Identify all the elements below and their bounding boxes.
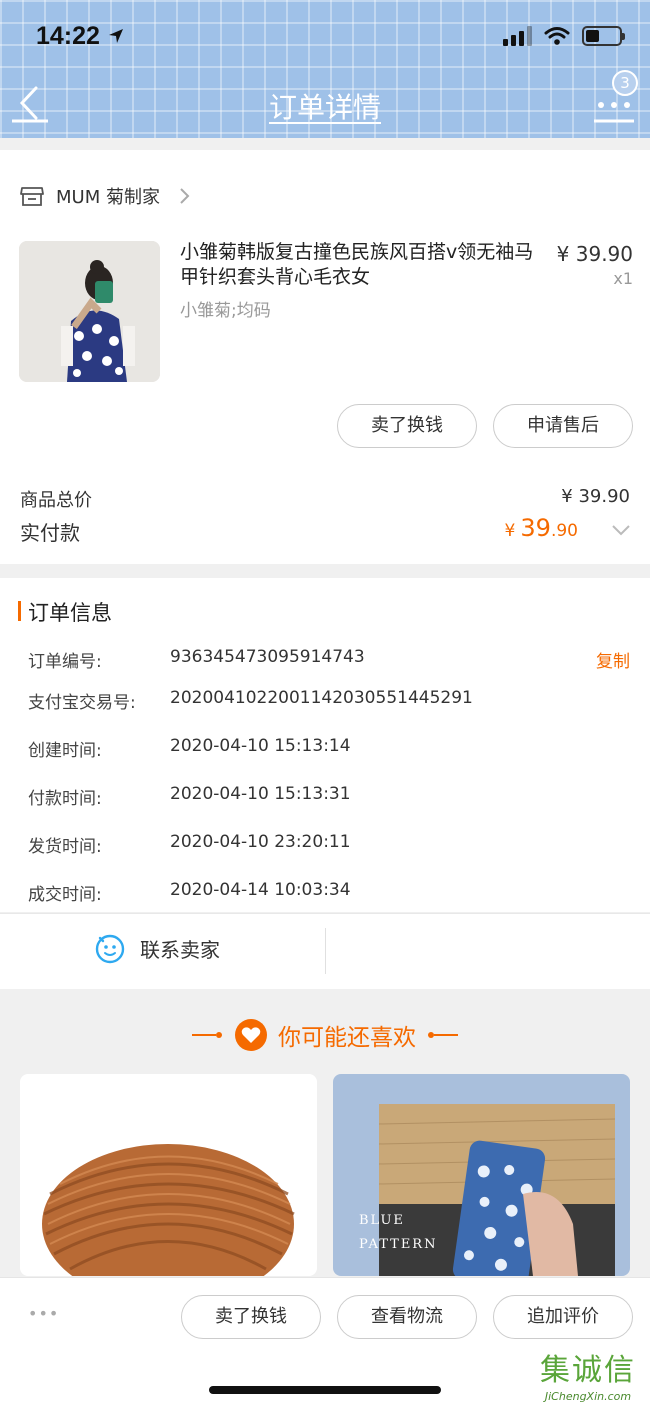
- paid-amount-value: ¥ 39.90: [504, 514, 578, 542]
- pattern-text: PATTERN: [359, 1237, 437, 1252]
- home-indicator: [209, 1386, 441, 1394]
- total-price-value: ¥ 39.90: [561, 486, 630, 507]
- order-info-title: 订单信息: [28, 601, 112, 625]
- alipay-trade-value: 2020041022001142030551445291: [170, 688, 473, 708]
- created-time-value: 2020-04-10 15:13:14: [170, 736, 351, 756]
- chevron-right-icon: [180, 188, 190, 204]
- order-number-value: 936345473095914743: [170, 647, 365, 667]
- watermark-url: JiChengXin.com: [544, 1390, 632, 1403]
- recommend-item-yarn[interactable]: [20, 1074, 317, 1276]
- shop-name: MUM 菊制家: [56, 187, 160, 208]
- shipped-time-value: 2020-04-10 23:20:11: [170, 832, 351, 852]
- shop-icon: [20, 187, 44, 206]
- watermark-logo: 集诚信 JiChengXin.com: [530, 1352, 646, 1406]
- recommend-item-phone-case[interactable]: BLUE PATTERN: [333, 1074, 630, 1276]
- created-time-label: 创建时间:: [28, 741, 102, 761]
- paid-time-label: 付款时间:: [28, 789, 102, 809]
- status-time: 14:22: [36, 22, 125, 51]
- paid-time-value: 2020-04-10 15:13:31: [170, 784, 351, 804]
- page-title: 订单详情: [268, 91, 381, 124]
- watermark-text: 集诚信: [540, 1353, 636, 1388]
- right-deco-line: [428, 1032, 458, 1038]
- phone-case-photo: BLUE PATTERN: [359, 1104, 616, 1276]
- status-indicators: [503, 26, 625, 46]
- bottom-resell-button[interactable]: 卖了换钱: [181, 1295, 321, 1339]
- copy-button[interactable]: 复制: [596, 647, 630, 672]
- contact-divider: [325, 928, 326, 974]
- product-photo: [19, 241, 160, 382]
- shop-link[interactable]: MUM 菊制家: [20, 183, 192, 209]
- view-logistics-button[interactable]: 查看物流: [337, 1295, 477, 1339]
- product-thumbnail[interactable]: [19, 241, 160, 382]
- left-deco-line: [192, 1032, 222, 1038]
- completed-time-label: 成交时间:: [28, 885, 102, 905]
- signal-icon: [503, 26, 532, 46]
- smile-chat-icon: [95, 934, 125, 964]
- section-accent-bar: [18, 601, 21, 621]
- recommend-header: 你可能还喜欢: [0, 1018, 650, 1052]
- yarn-photo: [42, 1144, 295, 1276]
- paid-integer: 39: [520, 514, 551, 542]
- add-review-button[interactable]: 追加评价: [493, 1295, 633, 1339]
- wifi-icon: [544, 27, 570, 45]
- battery-icon: [582, 26, 625, 46]
- chevron-down-icon[interactable]: [610, 523, 632, 537]
- total-price-label: 商品总价: [20, 490, 92, 511]
- product-sku: 小雏菊;均码: [180, 301, 271, 321]
- paid-amount-label: 实付款: [20, 521, 80, 545]
- status-time-text: 14:22: [36, 22, 100, 50]
- product-price: ¥ 39.90: [556, 242, 633, 266]
- nav-header: 14:22 订单详情 3: [0, 0, 650, 138]
- product-title[interactable]: 小雏菊韩版复古撞色民族风百搭v领无袖马甲针织套头背心毛衣女: [180, 240, 535, 290]
- completed-time-value: 2020-04-14 10:03:34: [170, 880, 351, 900]
- product-quantity: x1: [613, 269, 633, 288]
- order-number-label: 订单编号:: [28, 652, 102, 672]
- message-count-badge: 3: [612, 70, 638, 96]
- contact-seller-button[interactable]: 联系卖家: [94, 932, 220, 964]
- resell-button[interactable]: 卖了换钱: [337, 404, 477, 448]
- heart-icon: [235, 1019, 267, 1051]
- location-arrow-icon: [108, 29, 123, 43]
- shipped-time-label: 发货时间:: [28, 837, 102, 857]
- paid-currency: ¥: [504, 521, 516, 541]
- paid-decimal: .90: [550, 521, 578, 541]
- blue-text: BLUE: [359, 1213, 405, 1228]
- after-sales-button[interactable]: 申请售后: [493, 404, 633, 448]
- recommend-title: 你可能还喜欢: [278, 1025, 416, 1051]
- alipay-trade-label: 支付宝交易号:: [28, 693, 136, 713]
- bottom-more-button[interactable]: •••: [28, 1304, 59, 1323]
- contact-seller-label: 联系卖家: [140, 937, 220, 962]
